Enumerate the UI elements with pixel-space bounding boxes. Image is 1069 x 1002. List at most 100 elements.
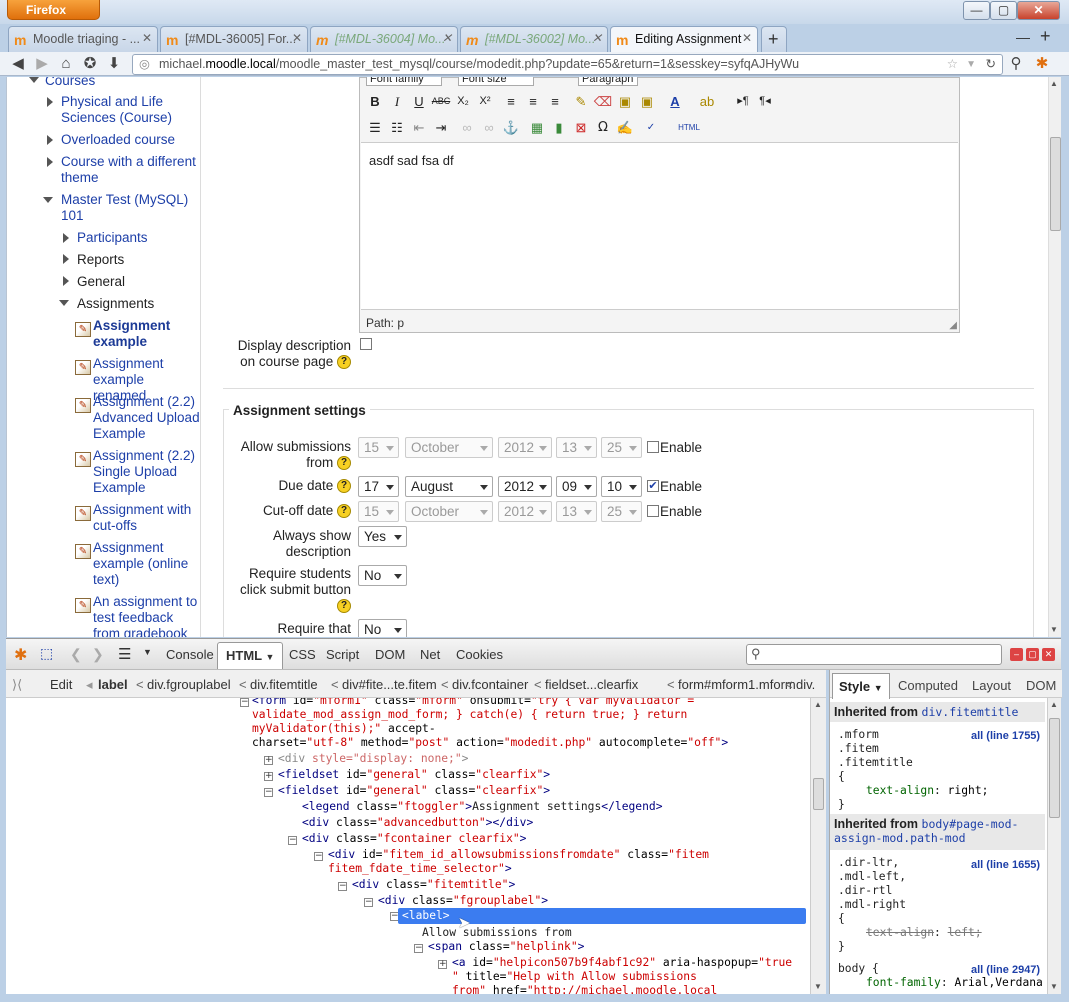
collapse-node-icon[interactable]: −	[264, 788, 273, 797]
detach-firebug-icon[interactable]: ▢	[1026, 648, 1039, 661]
close-window-button[interactable]: ✕	[1017, 1, 1060, 20]
history-dropdown-icon[interactable]: ▼	[966, 55, 976, 74]
minimize-firebug-icon[interactable]: –	[1010, 648, 1023, 661]
allow-day-select[interactable]: 15	[358, 437, 399, 458]
firebug-search-input[interactable]: ⚲	[746, 644, 1002, 665]
rule-property[interactable]: text-align: right;	[866, 784, 988, 798]
font-family-select[interactable]: Font family	[366, 77, 442, 86]
superscript-button[interactable]: X²	[475, 92, 495, 111]
nav-assignment-single-upload[interactable]: Assignment (2.2) Single Upload Example	[93, 448, 201, 496]
collapse-arrow-icon[interactable]	[43, 197, 53, 203]
download-arrow-icon[interactable]: ⬇	[104, 54, 124, 74]
due-month-select[interactable]: August	[405, 476, 493, 497]
expand-arrow-icon[interactable]	[47, 135, 53, 145]
align-center-icon[interactable]: ≡	[523, 92, 543, 111]
tree-line-fitem[interactable]: <div id="fitem_id_allowsubmissionsfromda…	[328, 848, 709, 862]
expand-node-icon[interactable]: +	[264, 756, 273, 765]
tab-editing-assignment[interactable]: m Editing Assignment ✕	[610, 26, 758, 53]
scrollbar-thumb[interactable]	[1050, 137, 1061, 231]
anchor-icon[interactable]: ⚓	[501, 118, 521, 137]
scrollbar-thumb[interactable]	[1049, 718, 1060, 818]
new-tab-button[interactable]: +	[761, 26, 787, 52]
collapse-node-icon[interactable]: −	[240, 698, 249, 707]
due-day-select[interactable]: 17	[358, 476, 399, 497]
inherited-selector[interactable]: div.fitemtitle	[922, 705, 1019, 719]
home-icon[interactable]: ⌂	[56, 54, 76, 74]
panel-menu-icon[interactable]: ☰	[118, 645, 131, 663]
rule-property-overridden[interactable]: text-align: left;	[866, 926, 982, 940]
bullet-list-icon[interactable]: ☰	[365, 118, 385, 137]
nav-courses[interactable]: Courses	[45, 77, 95, 89]
display-description-checkbox[interactable]	[360, 338, 372, 350]
strikethrough-button[interactable]: ABC	[431, 92, 451, 111]
numbered-list-icon[interactable]: ☷	[387, 118, 407, 137]
spellcheck-icon[interactable]: ✓	[641, 118, 661, 137]
paste-text-icon[interactable]: ▣	[615, 92, 635, 111]
rule-source-link[interactable]: all (line 2947)	[971, 964, 1040, 976]
collapse-node-icon[interactable]: −	[414, 944, 423, 953]
nav-back-icon[interactable]: ❮	[70, 646, 82, 663]
html-panel-scrollbar[interactable]: ▲ ▼	[810, 698, 826, 994]
side-tab-dom[interactable]: DOM	[1026, 678, 1056, 693]
unlink-icon[interactable]: ∞	[479, 118, 499, 137]
scroll-down-arrow-icon[interactable]: ▼	[1050, 982, 1058, 991]
scroll-down-arrow-icon[interactable]: ▼	[1050, 625, 1058, 634]
nav-general[interactable]: General	[77, 274, 125, 290]
paste-word-icon[interactable]: ▣	[637, 92, 657, 111]
crumb-scroll-left-icon[interactable]: ◂	[86, 677, 93, 693]
editor-content-area[interactable]: asdf sad fsa df	[361, 142, 958, 310]
expand-arrow-icon[interactable]	[63, 254, 69, 264]
tree-line-div-hidden[interactable]: <div style="display: none;">	[278, 752, 468, 766]
subscript-button[interactable]: X₂	[453, 92, 473, 111]
tree-line-label-text[interactable]: Allow submissions from	[422, 926, 572, 940]
insert-image-icon[interactable]: ▦	[527, 118, 547, 137]
resize-handle-icon[interactable]: ◢	[949, 320, 957, 331]
crumb-label[interactable]: label	[98, 677, 128, 692]
search-engine-icon[interactable]: ⚲	[1006, 54, 1026, 74]
nav-reports[interactable]: Reports	[77, 252, 124, 268]
tab-mdl-36005[interactable]: m [#MDL-36005] For... ✕	[160, 26, 308, 52]
bookmark-star-icon[interactable]: ☆	[947, 55, 958, 74]
tab-group-plus-icon[interactable]: +	[1040, 26, 1051, 47]
close-tab-icon[interactable]: ✕	[742, 31, 752, 45]
tab-css[interactable]: CSS	[289, 647, 316, 662]
expand-node-icon[interactable]: +	[264, 772, 273, 781]
expand-arrow-icon[interactable]	[63, 233, 69, 243]
font-size-select[interactable]: Font size	[458, 77, 534, 86]
rule-property[interactable]: font-family: Arial,Verdana	[866, 976, 1043, 990]
nav-assignment-cutoffs[interactable]: Assignment with cut-offs	[93, 502, 201, 534]
expand-arrow-icon[interactable]	[47, 97, 53, 107]
crumb-fcontainer[interactable]: div.fcontainer	[452, 677, 528, 692]
crumb-div[interactable]: div.	[796, 677, 815, 692]
cutoff-year-select[interactable]: 2012	[498, 501, 552, 522]
due-year-select[interactable]: 2012	[498, 476, 552, 497]
nav-course-physical[interactable]: Physical and Life Sciences (Course)	[61, 94, 199, 126]
tab-mdl-36002[interactable]: m [#MDL-36002] Mo... ✕	[460, 26, 608, 52]
allow-hour-select[interactable]: 13	[556, 437, 597, 458]
close-firebug-icon[interactable]: ✕	[1042, 648, 1055, 661]
scroll-up-arrow-icon[interactable]: ▲	[1050, 700, 1058, 709]
require-submit-select[interactable]: No	[358, 565, 407, 586]
close-tab-icon[interactable]: ✕	[142, 31, 152, 45]
scrollbar-thumb[interactable]	[813, 778, 824, 810]
tree-line-form[interactable]: <form id="mform1" class="mform" onsubmit…	[252, 698, 694, 708]
nav-assignments[interactable]: Assignments	[77, 296, 154, 312]
url-bar[interactable]: ◎ michael.moodle.local/moodle_master_tes…	[132, 54, 1003, 75]
rule-source-link[interactable]: all (line 1655)	[971, 859, 1040, 871]
edit-icon[interactable]: ✍	[615, 118, 635, 137]
allow-month-select[interactable]: October	[405, 437, 493, 458]
crumb-form[interactable]: form#mform1.mform	[678, 677, 796, 692]
indent-icon[interactable]: ⇥	[431, 118, 451, 137]
help-icon[interactable]: ?	[337, 479, 351, 494]
side-tab-computed[interactable]: Computed	[898, 678, 958, 693]
nav-course-overloaded[interactable]: Overloaded course	[61, 132, 199, 148]
tree-line-fitemtitle[interactable]: <div class="fitemtitle">	[352, 878, 515, 892]
nav-course-theme[interactable]: Course with a different theme	[61, 154, 199, 186]
collapse-crumbs-icon[interactable]: ⟩⟨	[12, 677, 22, 693]
crumb-fieldset[interactable]: fieldset...clearfix	[545, 677, 638, 692]
forward-arrow-icon[interactable]: ▶	[32, 54, 52, 74]
back-arrow-icon[interactable]: ◀	[8, 54, 28, 74]
nav-participants[interactable]: Participants	[77, 230, 148, 246]
cutoff-hour-select[interactable]: 13	[556, 501, 597, 522]
align-left-icon[interactable]: ≡	[501, 92, 521, 111]
